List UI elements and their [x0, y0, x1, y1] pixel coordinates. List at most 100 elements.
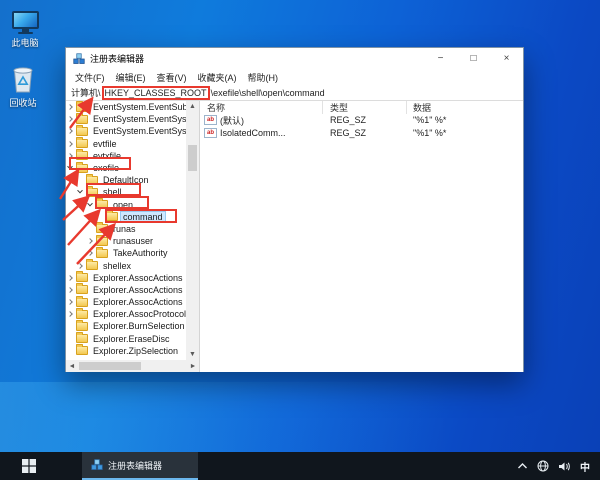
expand-chevron-icon[interactable]	[86, 239, 96, 243]
desktop-icon-this-pc[interactable]: 此电脑	[0, 8, 54, 49]
tree-item-evtfile[interactable]: evtfile	[66, 138, 186, 150]
address-bar[interactable]: 计算机\HKEY_CLASSES_ROOT\exefile\shell\open…	[66, 85, 523, 101]
collapse-chevron-icon[interactable]	[76, 190, 86, 194]
tree-item-runas[interactable]: runas	[66, 223, 186, 235]
expand-chevron-icon[interactable]	[66, 154, 76, 158]
scrollbar-thumb[interactable]	[188, 145, 197, 171]
tree-item-Explorer.AssocActions[interactable]: Explorer.AssocActions	[66, 284, 186, 296]
tree-item-Explorer.AssocActions[interactable]: Explorer.AssocActions	[66, 296, 186, 308]
value-name: (默认)	[220, 114, 244, 127]
window-title: 注册表编辑器	[90, 52, 424, 65]
tree-item-Explorer.ZipSelection[interactable]: Explorer.ZipSelection	[66, 345, 186, 357]
tree-item-Explorer.BurnSelection[interactable]: Explorer.BurnSelection	[66, 320, 186, 332]
folder-icon	[96, 200, 108, 209]
column-header-name[interactable]: 名称	[200, 101, 323, 114]
tree-item-label: EventSystem.EventSub	[91, 102, 186, 112]
tree-vertical-scrollbar[interactable]: ▲ ▼	[186, 101, 199, 360]
collapse-chevron-icon[interactable]	[86, 203, 96, 207]
tree-item-label: Explorer.AssocActions	[91, 273, 185, 283]
folder-icon	[76, 310, 88, 319]
address-prefix: 计算机\	[71, 86, 101, 99]
task-label: 注册表编辑器	[108, 459, 162, 472]
menu-item-文件(F)[interactable]: 文件(F)	[75, 71, 105, 84]
tree-item-shellex[interactable]: shellex	[66, 259, 186, 271]
tree-item-label: runas	[111, 224, 138, 234]
expand-chevron-icon[interactable]	[66, 129, 76, 133]
title-bar[interactable]: 注册表编辑器 − □ ×	[66, 48, 523, 69]
folder-icon	[96, 224, 108, 233]
tree-item-exefile[interactable]: exefile	[66, 162, 186, 174]
scroll-up-icon[interactable]: ▲	[186, 101, 199, 112]
folder-icon	[96, 237, 108, 246]
menu-item-编辑(E)[interactable]: 编辑(E)	[116, 71, 146, 84]
folder-icon	[76, 285, 88, 294]
tray-volume-icon[interactable]	[558, 461, 571, 472]
taskbar-task-regedit[interactable]: 注册表编辑器	[82, 452, 198, 480]
menu-item-帮助(H)[interactable]: 帮助(H)	[248, 71, 279, 84]
folder-icon	[76, 322, 88, 331]
menu-item-收藏夹(A)[interactable]: 收藏夹(A)	[198, 71, 237, 84]
scroll-left-icon[interactable]: ◄	[66, 363, 78, 370]
tree-item-EventSystem.EventSub[interactable]: EventSystem.EventSub	[66, 101, 186, 113]
tray-ime-indicator[interactable]: 中	[580, 459, 590, 474]
value-data: "%1" %*	[407, 128, 523, 138]
folder-icon	[106, 212, 118, 221]
registry-app-icon	[73, 53, 85, 65]
tree-item-label: exefile	[91, 163, 121, 173]
folder-icon	[76, 334, 88, 343]
desktop-icon-recycle-bin[interactable]: 回收站	[0, 62, 52, 109]
tree-item-evtxfile[interactable]: evtxfile	[66, 150, 186, 162]
tray-chevron-up-icon[interactable]	[517, 462, 528, 470]
folder-icon	[76, 103, 88, 112]
address-highlight-box: HKEY_CLASSES_ROOT	[102, 86, 210, 100]
registry-value-row[interactable]: abIsolatedComm...REG_SZ"%1" %*	[200, 127, 523, 140]
tree-item-label: Explorer.AssocProtocol	[91, 309, 186, 319]
tree-item-DefaultIcon[interactable]: DefaultIcon	[66, 174, 186, 186]
tree-item-Explorer.AssocActions[interactable]: Explorer.AssocActions	[66, 272, 186, 284]
folder-icon	[96, 249, 108, 258]
scroll-down-icon[interactable]: ▼	[186, 349, 199, 360]
wallpaper-glow	[0, 382, 600, 452]
registry-value-row[interactable]: ab(默认)REG_SZ"%1" %*	[200, 114, 523, 127]
folder-icon	[86, 176, 98, 185]
menu-item-查看(V)[interactable]: 查看(V)	[157, 71, 187, 84]
expand-chevron-icon[interactable]	[66, 312, 76, 316]
tree-item-shell[interactable]: shell	[66, 186, 186, 198]
tree-item-TakeAuthority[interactable]: TakeAuthority	[66, 247, 186, 259]
tree-horizontal-scrollbar[interactable]: ◄ ►	[66, 360, 199, 372]
tree-item-EventSystem.EventSys[interactable]: EventSystem.EventSys	[66, 125, 186, 137]
close-button[interactable]: ×	[490, 48, 523, 69]
tree-item-label: DefaultIcon	[101, 175, 151, 185]
scrollbar-thumb[interactable]	[79, 362, 141, 370]
expand-chevron-icon[interactable]	[66, 117, 76, 121]
expand-chevron-icon[interactable]	[76, 264, 86, 268]
collapse-chevron-icon[interactable]	[66, 166, 76, 170]
value-type: REG_SZ	[323, 115, 407, 125]
tree-item-command[interactable]: command	[66, 211, 186, 223]
registry-editor-window: 注册表编辑器 − □ × 文件(F)编辑(E)查看(V)收藏夹(A)帮助(H) …	[65, 47, 524, 372]
tree-item-open[interactable]: open	[66, 199, 186, 211]
minimize-button[interactable]: −	[424, 48, 457, 69]
windows-logo-icon	[22, 459, 36, 473]
tray-network-globe-icon[interactable]	[537, 460, 549, 472]
address-suffix: \exefile\shell\open\command	[211, 88, 325, 98]
tree-item-Explorer.AssocProtocol[interactable]: Explorer.AssocProtocol	[66, 308, 186, 320]
expand-chevron-icon[interactable]	[66, 288, 76, 292]
expand-chevron-icon[interactable]	[66, 276, 76, 280]
maximize-button[interactable]: □	[457, 48, 490, 69]
value-type: REG_SZ	[323, 128, 407, 138]
desktop-icon-label: 此电脑	[0, 36, 54, 49]
folder-icon	[86, 261, 98, 270]
column-header-data[interactable]: 数据	[407, 101, 523, 114]
start-button[interactable]	[0, 452, 58, 480]
scroll-right-icon[interactable]: ►	[187, 363, 199, 370]
column-header-type[interactable]: 类型	[323, 101, 407, 114]
value-data: "%1" %*	[407, 115, 523, 125]
expand-chevron-icon[interactable]	[66, 142, 76, 146]
tree-item-runasuser[interactable]: runasuser	[66, 235, 186, 247]
tree-item-EventSystem.EventSys[interactable]: EventSystem.EventSys	[66, 113, 186, 125]
tree-item-Explorer.EraseDisc[interactable]: Explorer.EraseDisc	[66, 333, 186, 345]
expand-chevron-icon[interactable]	[86, 251, 96, 255]
expand-chevron-icon[interactable]	[66, 300, 76, 304]
expand-chevron-icon[interactable]	[66, 105, 76, 109]
